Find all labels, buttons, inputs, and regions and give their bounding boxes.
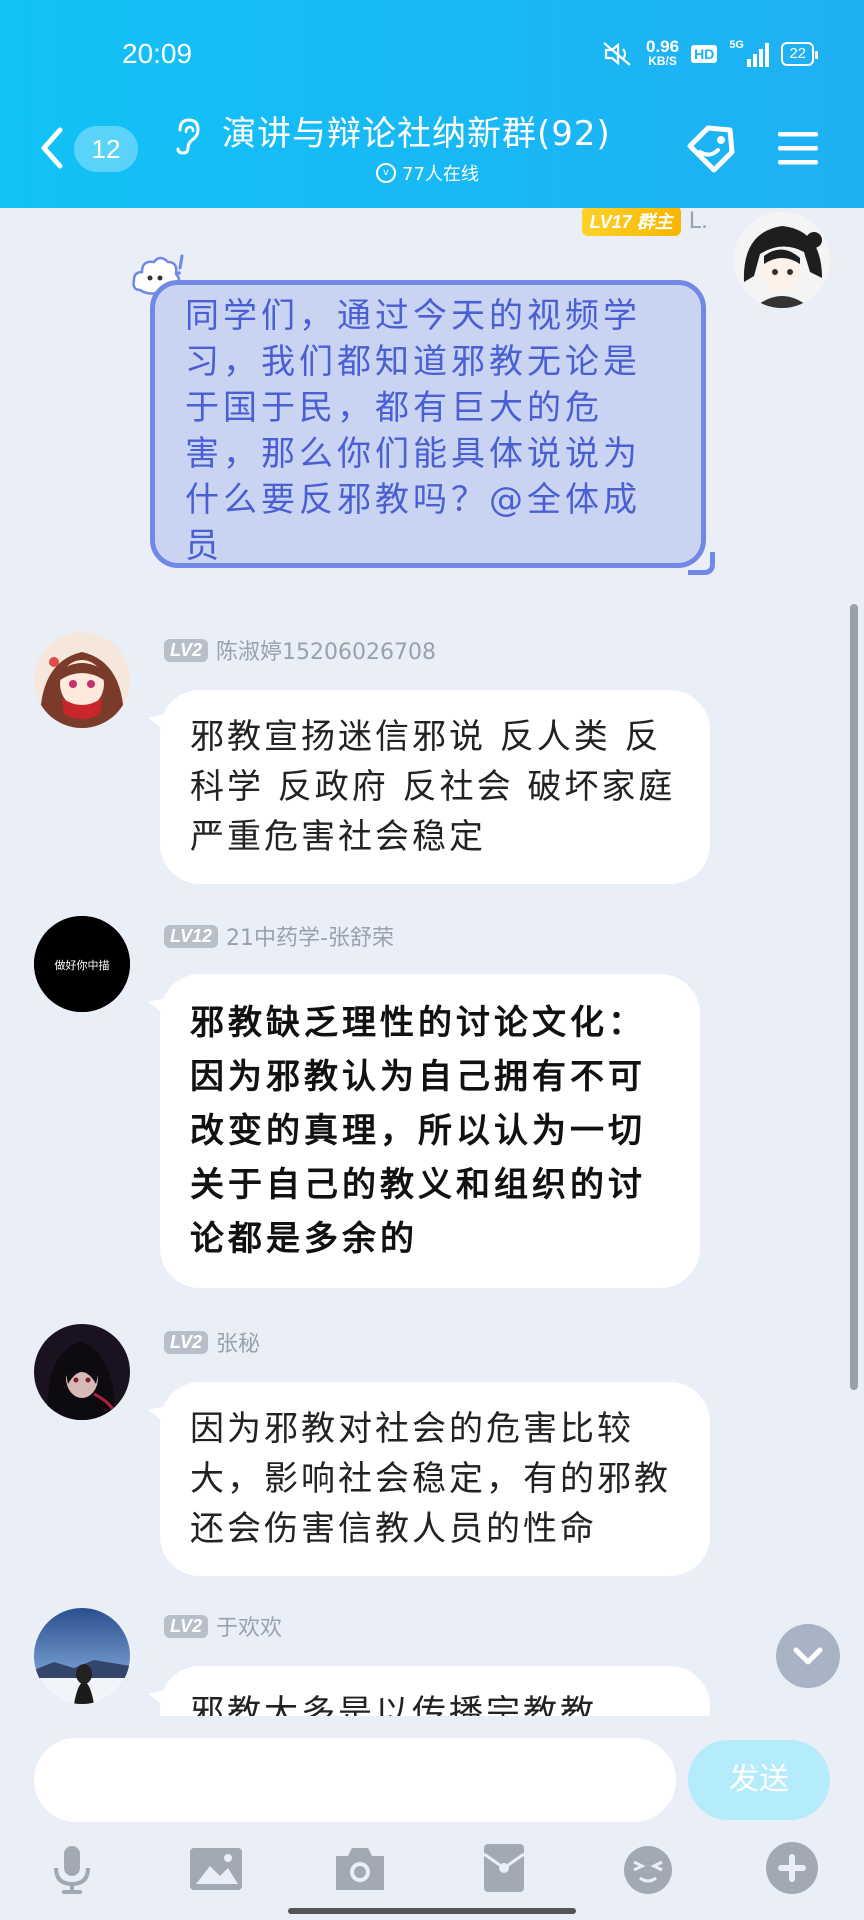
battery-icon: 22 [781,42,818,66]
sender-meta: LV2 张秘 [164,1326,260,1358]
status-icons: 0.96 KB/S HD 5G 22 [600,37,818,68]
sender-avatar[interactable] [34,1324,130,1420]
back-arrow-icon[interactable] [36,126,68,170]
scroll-to-bottom-button[interactable] [776,1624,840,1688]
sender-name[interactable]: L. [689,209,708,234]
home-indicator[interactable] [288,1908,576,1914]
unread-count-badge[interactable]: 12 [74,126,138,172]
hd-badge: HD [691,45,718,63]
microphone-icon[interactable] [44,1840,100,1896]
scrollbar[interactable] [850,604,858,1390]
message-input[interactable] [34,1738,676,1822]
group-title[interactable]: 演讲与辩论社纳新群(92) [222,106,611,155]
chevron-down-icon [793,1647,823,1665]
sender-name[interactable]: 21中药学-张舒荣 [226,920,394,952]
online-status[interactable]: v 77人在线 [376,160,479,186]
mute-icon [603,42,631,66]
ear-icon[interactable] [172,116,202,156]
chat-header: 20:09 0.96 KB/S HD 5G 22 12 演讲与辩论社纳新群(92… [0,0,864,208]
level-badge: LV17 群主 [581,208,681,236]
svg-text:做好你中描: 做好你中描 [55,958,110,972]
level-badge: LV2 [164,638,209,662]
sender-avatar[interactable] [34,1608,130,1704]
signal-icon: 5G [729,39,770,67]
sender-name[interactable]: 于欢欢 [216,1610,282,1642]
status-time: 20:09 [122,38,193,69]
input-area: 发送 [0,1716,864,1920]
sender-name[interactable]: 张秘 [216,1326,260,1358]
owner-meta: LV17 群主 L. [581,208,708,236]
level-badge: LV12 [164,924,219,948]
message-bubble[interactable]: 因为邪教对社会的危害比较大，影响社会稳定，有的邪教还会伤害信教人员的性命 [160,1382,710,1576]
level-badge: LV2 [164,1330,209,1354]
send-button[interactable]: 发送 [688,1740,830,1820]
image-icon[interactable] [188,1840,244,1896]
message-bubble[interactable]: 邪教缺乏理性的讨论文化：因为邪教认为自己拥有不可改变的真理，所以认为一切关于自己… [160,974,700,1288]
network-speed: 0.96 KB/S [645,37,680,68]
owner-message-bubble[interactable]: 同学们，通过今天的视频学习，我们都知道邪教无论是于国于民，都有巨大的危害，那么你… [150,280,715,575]
message-bubble[interactable]: 邪教宣扬迷信邪说 反人类 反科学 反政府 反社会 破坏家庭 严重危害社会稳定 [160,690,710,884]
plus-icon[interactable] [764,1840,820,1896]
group-tag-icon[interactable] [684,122,740,176]
sender-meta: LV12 21中药学-张舒荣 [164,920,394,952]
level-badge: LV2 [164,1614,209,1638]
emoji-icon[interactable] [620,1840,676,1896]
sender-meta: LV2 陈淑婷15206026708 [164,634,436,666]
camera-icon[interactable] [332,1840,388,1896]
sender-avatar[interactable]: 做好你中描 [34,916,130,1012]
chat-message-list[interactable]: LV17 群主 L. 同学们，通过今天的视频学习，我们都知道邪教无论是于国于民，… [0,208,864,1716]
chevron-down-icon: v [376,163,396,183]
sender-name[interactable]: 陈淑婷15206026708 [216,634,436,666]
owner-avatar[interactable] [734,212,830,308]
sender-avatar[interactable] [34,632,130,728]
sender-meta: LV2 于欢欢 [164,1610,282,1642]
menu-icon[interactable] [776,128,820,168]
message-bubble[interactable]: 邪教大多是以传播宗教教 [160,1666,710,1716]
red-packet-icon[interactable] [476,1840,532,1896]
